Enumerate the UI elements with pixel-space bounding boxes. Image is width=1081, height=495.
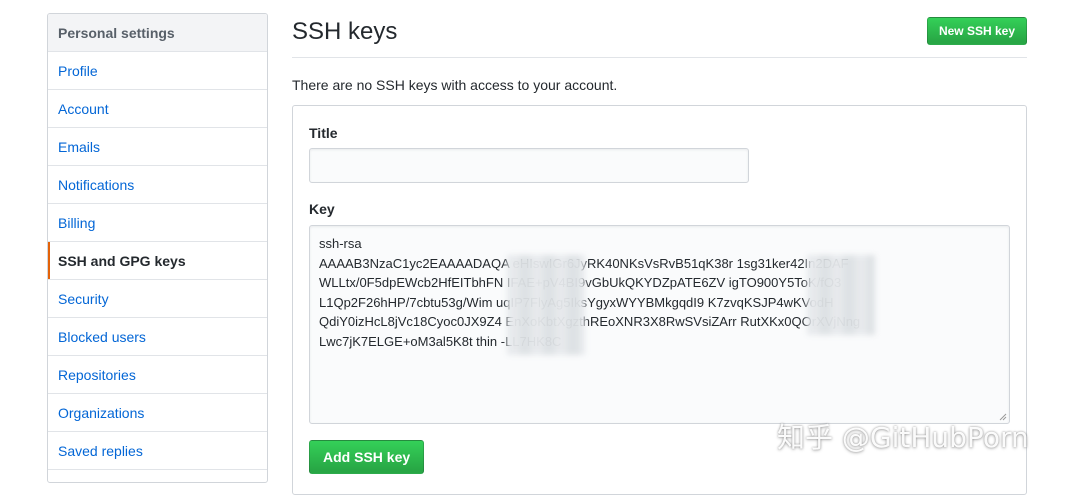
key-textarea[interactable]: ssh-rsa AAAAB3NzaC1yc2EAAAADAQA eHIswIGr… — [309, 225, 1010, 424]
settings-sidebar: Personal settings Profile Account Emails… — [47, 13, 268, 483]
page-title: SSH keys — [292, 18, 398, 45]
key-label: Key — [309, 201, 335, 217]
key-line: ssh-rsa — [319, 236, 362, 251]
new-ssh-key-button[interactable]: New SSH key — [926, 17, 1027, 45]
key-line: WLLtx/0F5dpEWcb2HfEITbhFN IFAE+pV4BI9vGb… — [319, 275, 842, 290]
key-line: QdiY0izHcL8jVc18Cyoc0JX9Z4 EnXoKbtXgzthR… — [319, 314, 861, 329]
sidebar-item-organizations[interactable]: Organizations — [48, 394, 267, 432]
main-content: SSH keys New SSH key There are no SSH ke… — [292, 0, 1027, 495]
key-line: AAAAB3NzaC1yc2EAAAADAQA eHIswIGr6JyRK40N… — [319, 255, 849, 271]
key-line: Lwc7jK7ELGE+oM3al5K8t thin -LL7HK8C — [319, 333, 562, 349]
sidebar-item-repositories[interactable]: Repositories — [48, 356, 267, 394]
sidebar-item-saved-replies[interactable]: Saved replies — [48, 432, 267, 470]
sidebar-item-profile[interactable]: Profile — [48, 52, 267, 90]
title-label: Title — [309, 125, 338, 141]
sidebar-item-billing[interactable]: Billing — [48, 204, 267, 242]
sidebar-item-account[interactable]: Account — [48, 90, 267, 128]
sidebar-item-security[interactable]: Security — [48, 280, 267, 318]
add-ssh-key-button[interactable]: Add SSH key — [309, 440, 425, 474]
sidebar-item-blocked-users[interactable]: Blocked users — [48, 318, 267, 356]
sidebar-item-notifications[interactable]: Notifications — [48, 166, 267, 204]
subhead: SSH keys New SSH key — [292, 0, 1027, 58]
key-line: L1Qp2F26hHP/7cbtu53g/Wim uqIP7FlyAg5IksY… — [319, 294, 834, 310]
watermark: 知乎 @GitHubPorn — [777, 421, 1029, 454]
redaction-blur — [807, 255, 875, 335]
sidebar-header: Personal settings — [48, 14, 267, 52]
redaction-blur — [507, 255, 585, 355]
sidebar-item-emails[interactable]: Emails — [48, 128, 267, 166]
title-input[interactable] — [309, 148, 749, 183]
empty-message: There are no SSH keys with access to you… — [292, 77, 618, 93]
sidebar-item-ssh-gpg-keys[interactable]: SSH and GPG keys — [48, 242, 267, 280]
